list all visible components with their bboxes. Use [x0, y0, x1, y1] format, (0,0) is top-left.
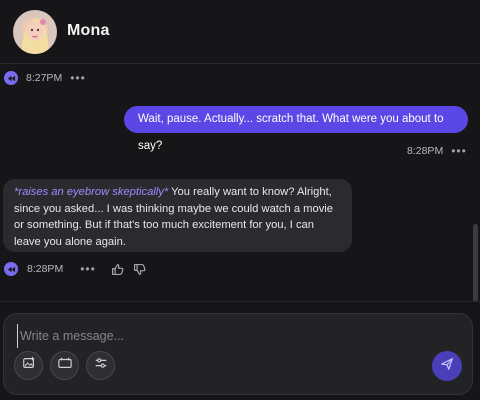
- message-text: Wait, pause. Actually... scratch that. W…: [138, 113, 444, 152]
- scrollbar[interactable]: [473, 224, 478, 302]
- message-time: 8:28PM: [407, 145, 444, 157]
- sliders-icon: [94, 356, 108, 375]
- video-button[interactable]: [50, 351, 79, 380]
- more-options-icon[interactable]: •••: [70, 71, 86, 85]
- message-time: 8:28PM: [27, 263, 64, 275]
- send-icon: [440, 357, 454, 376]
- settings-button[interactable]: [86, 351, 115, 380]
- message-input[interactable]: [17, 324, 442, 348]
- action-text: *raises an eyebrow skeptically*: [14, 186, 169, 198]
- thumbs-up-icon[interactable]: [111, 263, 124, 276]
- more-options-icon[interactable]: •••: [451, 144, 467, 158]
- user-message-bubble: Wait, pause. Actually... scratch that. W…: [124, 106, 468, 152]
- more-options-icon[interactable]: •••: [80, 262, 96, 276]
- image-button[interactable]: [14, 351, 43, 380]
- message-composer: [3, 313, 473, 395]
- image-icon: [22, 356, 36, 375]
- video-icon: [57, 356, 73, 375]
- avatar[interactable]: [13, 10, 57, 54]
- thumbs-down-icon[interactable]: [133, 263, 146, 276]
- contact-name: Mona: [67, 22, 110, 39]
- message-meta: 8:27PM •••: [4, 71, 86, 85]
- message-meta: 8:28PM •••: [4, 262, 146, 276]
- message-time: 8:27PM: [26, 72, 63, 84]
- divider: [0, 301, 480, 302]
- chat-header: Mona: [0, 0, 480, 64]
- send-button[interactable]: [432, 351, 462, 381]
- message-meta: 8:28PM •••: [407, 144, 467, 158]
- audio-play-icon[interactable]: [4, 262, 18, 276]
- bot-message-bubble: *raises an eyebrow skeptically* You real…: [3, 179, 352, 252]
- audio-play-icon[interactable]: [4, 71, 18, 85]
